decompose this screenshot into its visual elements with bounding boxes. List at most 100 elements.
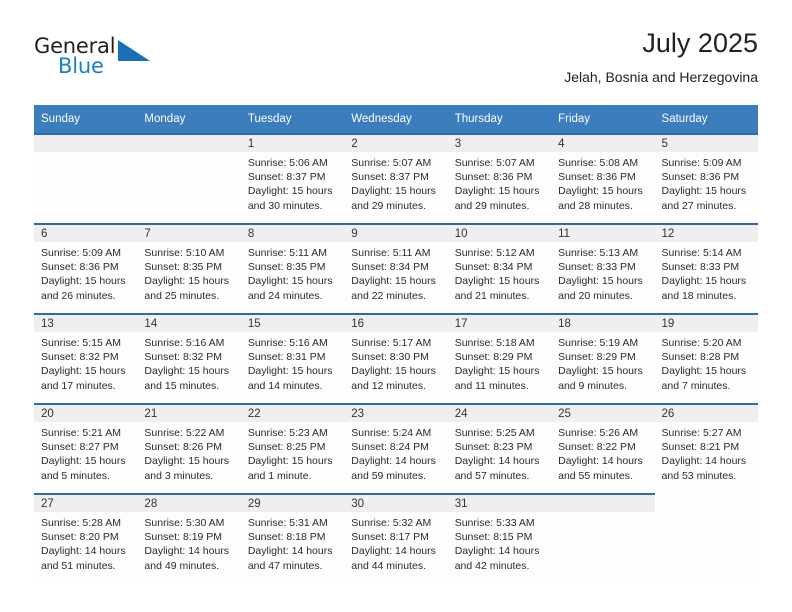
calendar-cell[interactable] <box>654 493 758 583</box>
day-cell[interactable]: 15 Sunrise: 5:16 AM Sunset: 8:31 PM Dayligh… <box>240 313 345 403</box>
day-details: Sunrise: 5:07 AM Sunset: 8:37 PM Daylight:… <box>344 152 447 213</box>
day-number: 27 <box>34 495 138 512</box>
day-cell[interactable]: 22 Sunrise: 5:23 AM Sunset: 8:25 PM Dayligh… <box>240 403 345 493</box>
calendar-cell[interactable]: 1 Sunrise: 5:06 AM Sunset: 8:37 PM Daylight… <box>240 133 345 223</box>
calendar-cell[interactable]: 15 Sunrise: 5:16 AM Sunset: 8:31 PM Dayligh… <box>240 313 345 403</box>
day-cell[interactable]: 6 Sunrise: 5:09 AM Sunset: 8:36 PM Daylight… <box>34 223 138 313</box>
calendar-cell[interactable]: 2 Sunrise: 5:07 AM Sunset: 8:37 PM Daylight… <box>344 133 448 223</box>
calendar-cell[interactable]: 25 Sunrise: 5:26 AM Sunset: 8:22 PM Dayligh… <box>551 403 655 493</box>
calendar-cell[interactable]: 10 Sunrise: 5:12 AM Sunset: 8:34 PM Dayligh… <box>447 223 552 313</box>
day-detail-sunset: Sunset: 8:18 PM <box>247 531 326 544</box>
day-cell[interactable]: 7 Sunrise: 5:10 AM Sunset: 8:35 PM Daylight… <box>137 223 241 313</box>
day-detail-sunrise: Sunrise: 5:32 AM <box>351 517 432 529</box>
day-cell[interactable]: 16 Sunrise: 5:17 AM Sunset: 8:30 PM Dayligh… <box>344 313 448 403</box>
day-cell[interactable]: 14 Sunrise: 5:16 AM Sunset: 8:32 PM Dayligh… <box>137 313 241 403</box>
calendar-cell[interactable]: 21 Sunrise: 5:22 AM Sunset: 8:26 PM Dayligh… <box>137 403 241 493</box>
calendar-cell[interactable]: 9 Sunrise: 5:11 AM Sunset: 8:34 PM Daylight… <box>344 223 448 313</box>
day-cell[interactable]: 10 Sunrise: 5:12 AM Sunset: 8:34 PM Dayligh… <box>447 223 552 313</box>
day-cell[interactable]: 12 Sunrise: 5:14 AM Sunset: 8:33 PM Dayligh… <box>654 223 758 313</box>
day-cell[interactable]: 30 Sunrise: 5:32 AM Sunset: 8:17 PM Dayligh… <box>344 493 448 583</box>
calendar-cell[interactable]: 19 Sunrise: 5:20 AM Sunset: 8:28 PM Dayligh… <box>654 313 758 403</box>
calendar-cell[interactable]: 23 Sunrise: 5:24 AM Sunset: 8:24 PM Dayligh… <box>344 403 448 493</box>
calendar-cell[interactable]: 13 Sunrise: 5:15 AM Sunset: 8:32 PM Dayligh… <box>34 313 138 403</box>
day-cell[interactable] <box>137 133 241 223</box>
day-detail-daylight-line2: and 29 minutes. <box>454 199 530 212</box>
day-detail-sunset: Sunset: 8:19 PM <box>144 531 223 544</box>
calendar-cell[interactable]: 30 Sunrise: 5:32 AM Sunset: 8:17 PM Dayligh… <box>344 493 448 583</box>
calendar-cell[interactable]: 24 Sunrise: 5:25 AM Sunset: 8:23 PM Dayligh… <box>447 403 552 493</box>
day-cell[interactable]: 28 Sunrise: 5:30 AM Sunset: 8:19 PM Dayligh… <box>137 493 241 583</box>
calendar-cell[interactable]: 28 Sunrise: 5:30 AM Sunset: 8:19 PM Dayligh… <box>137 493 241 583</box>
calendar-cell[interactable]: 12 Sunrise: 5:14 AM Sunset: 8:33 PM Dayligh… <box>654 223 758 313</box>
day-number: 20 <box>34 405 138 422</box>
day-detail-sunrise: Sunrise: 5:13 AM <box>558 247 639 259</box>
day-cell[interactable]: 13 Sunrise: 5:15 AM Sunset: 8:32 PM Dayligh… <box>34 313 138 403</box>
day-cell[interactable]: 26 Sunrise: 5:27 AM Sunset: 8:21 PM Dayligh… <box>654 403 758 493</box>
day-detail-sunset: Sunset: 8:36 PM <box>41 261 119 274</box>
day-cell[interactable]: 19 Sunrise: 5:20 AM Sunset: 8:28 PM Dayligh… <box>654 313 758 403</box>
calendar-cell[interactable]: 7 Sunrise: 5:10 AM Sunset: 8:35 PM Daylight… <box>137 223 241 313</box>
day-cell[interactable]: 11 Sunrise: 5:13 AM Sunset: 8:33 PM Dayligh… <box>551 223 655 313</box>
day-cell[interactable]: 17 Sunrise: 5:18 AM Sunset: 8:29 PM Dayligh… <box>447 313 552 403</box>
day-cell[interactable]: 24 Sunrise: 5:25 AM Sunset: 8:23 PM Dayligh… <box>447 403 552 493</box>
day-detail-sunrise: Sunrise: 5:07 AM <box>454 157 535 169</box>
day-cell[interactable]: 4 Sunrise: 5:08 AM Sunset: 8:36 PM Daylight… <box>551 133 655 223</box>
day-number: 3 <box>447 135 552 152</box>
day-cell[interactable] <box>655 493 758 583</box>
day-detail-sunset: Sunset: 8:31 PM <box>247 351 326 364</box>
day-detail-sunrise: Sunrise: 5:12 AM <box>454 247 535 259</box>
day-cell[interactable]: 31 Sunrise: 5:33 AM Sunset: 8:15 PM Dayligh… <box>447 493 552 583</box>
day-cell[interactable]: 20 Sunrise: 5:21 AM Sunset: 8:27 PM Dayligh… <box>34 403 138 493</box>
day-cell[interactable]: 23 Sunrise: 5:24 AM Sunset: 8:24 PM Dayligh… <box>344 403 448 493</box>
day-detail-sunrise: Sunrise: 5:18 AM <box>454 337 535 349</box>
calendar-cell[interactable]: 16 Sunrise: 5:17 AM Sunset: 8:30 PM Dayligh… <box>344 313 448 403</box>
day-detail-daylight-line1: Daylight: 15 hours <box>41 275 126 288</box>
calendar-cell[interactable]: 11 Sunrise: 5:13 AM Sunset: 8:33 PM Dayligh… <box>551 223 655 313</box>
day-details: Sunrise: 5:14 AM Sunset: 8:33 PM Daylight:… <box>655 242 758 303</box>
day-cell[interactable]: 9 Sunrise: 5:11 AM Sunset: 8:34 PM Daylight… <box>344 223 448 313</box>
day-cell[interactable]: 5 Sunrise: 5:09 AM Sunset: 8:36 PM Daylight… <box>654 133 758 223</box>
calendar-cell[interactable]: 31 Sunrise: 5:33 AM Sunset: 8:15 PM Dayligh… <box>447 493 552 583</box>
day-number: 12 <box>654 225 758 242</box>
brand-logo[interactable]: General Blue <box>34 34 164 86</box>
calendar-cell[interactable]: 29 Sunrise: 5:31 AM Sunset: 8:18 PM Dayligh… <box>240 493 345 583</box>
day-cell[interactable]: 2 Sunrise: 5:07 AM Sunset: 8:37 PM Daylight… <box>344 133 448 223</box>
day-cell[interactable]: 1 Sunrise: 5:06 AM Sunset: 8:37 PM Daylight… <box>240 133 345 223</box>
calendar-cell[interactable]: 18 Sunrise: 5:19 AM Sunset: 8:29 PM Dayligh… <box>551 313 655 403</box>
calendar-cell[interactable] <box>551 493 655 583</box>
day-cell[interactable]: 27 Sunrise: 5:28 AM Sunset: 8:20 PM Dayligh… <box>34 493 138 583</box>
calendar-cell[interactable]: 8 Sunrise: 5:11 AM Sunset: 8:35 PM Daylight… <box>240 223 345 313</box>
calendar-cell[interactable]: 5 Sunrise: 5:09 AM Sunset: 8:36 PM Daylight… <box>654 133 758 223</box>
day-detail-sunset: Sunset: 8:22 PM <box>558 441 636 454</box>
day-detail-daylight-line1: Daylight: 15 hours <box>41 365 126 378</box>
day-cell[interactable] <box>34 133 138 223</box>
day-cell[interactable]: 18 Sunrise: 5:19 AM Sunset: 8:29 PM Dayligh… <box>551 313 655 403</box>
day-number: 17 <box>447 315 552 332</box>
day-cell[interactable]: 3 Sunrise: 5:07 AM Sunset: 8:36 PM Daylight… <box>447 133 552 223</box>
calendar-cell[interactable] <box>34 133 138 223</box>
day-detail-sunset: Sunset: 8:29 PM <box>454 351 533 364</box>
day-detail-daylight-line2: and 12 minutes. <box>351 379 426 392</box>
calendar-cell[interactable]: 27 Sunrise: 5:28 AM Sunset: 8:20 PM Dayligh… <box>34 493 138 583</box>
calendar-cell[interactable]: 6 Sunrise: 5:09 AM Sunset: 8:36 PM Daylight… <box>34 223 138 313</box>
calendar-cell[interactable]: 4 Sunrise: 5:08 AM Sunset: 8:36 PM Daylight… <box>551 133 655 223</box>
calendar-cell[interactable]: 3 Sunrise: 5:07 AM Sunset: 8:36 PM Daylight… <box>447 133 552 223</box>
day-detail-daylight-line1: Daylight: 15 hours <box>558 185 643 198</box>
day-cell[interactable]: 25 Sunrise: 5:26 AM Sunset: 8:22 PM Dayligh… <box>551 403 655 493</box>
day-cell[interactable]: 29 Sunrise: 5:31 AM Sunset: 8:18 PM Dayligh… <box>240 493 345 583</box>
day-cell[interactable]: 8 Sunrise: 5:11 AM Sunset: 8:35 PM Daylight… <box>240 223 345 313</box>
day-detail-daylight-line2: and 27 minutes. <box>661 199 737 212</box>
calendar-cell[interactable]: 20 Sunrise: 5:21 AM Sunset: 8:27 PM Dayligh… <box>34 403 138 493</box>
calendar-cell[interactable]: 26 Sunrise: 5:27 AM Sunset: 8:21 PM Dayligh… <box>654 403 758 493</box>
day-cell[interactable]: 21 Sunrise: 5:22 AM Sunset: 8:26 PM Dayligh… <box>137 403 241 493</box>
calendar-cell[interactable]: 14 Sunrise: 5:16 AM Sunset: 8:32 PM Dayligh… <box>137 313 241 403</box>
day-detail-daylight-line1: Daylight: 15 hours <box>558 275 643 288</box>
day-details: Sunrise: 5:19 AM Sunset: 8:29 PM Daylight:… <box>551 332 654 393</box>
calendar-cell[interactable] <box>137 133 241 223</box>
day-detail-sunrise: Sunrise: 5:09 AM <box>661 157 742 169</box>
calendar-cell[interactable]: 17 Sunrise: 5:18 AM Sunset: 8:29 PM Dayligh… <box>447 313 552 403</box>
calendar-cell[interactable]: 22 Sunrise: 5:23 AM Sunset: 8:25 PM Dayligh… <box>240 403 345 493</box>
day-details: Sunrise: 5:21 AM Sunset: 8:27 PM Daylight:… <box>34 422 137 483</box>
day-details: Sunrise: 5:09 AM Sunset: 8:36 PM Daylight:… <box>655 152 758 213</box>
day-cell[interactable] <box>551 493 655 583</box>
